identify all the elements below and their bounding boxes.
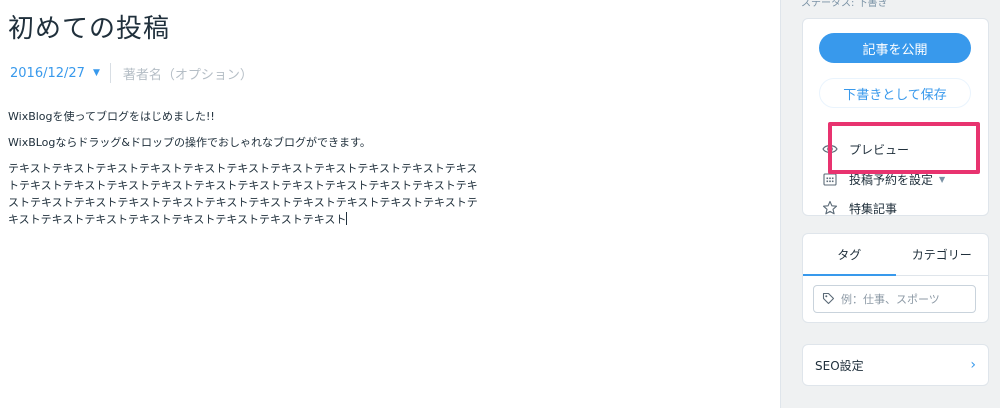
meta-divider bbox=[109, 63, 111, 83]
tag-input-box[interactable] bbox=[813, 285, 976, 313]
post-title[interactable]: 初めての投稿 bbox=[8, 8, 170, 45]
date-picker[interactable]: 2016/12/27 ▼ bbox=[10, 66, 100, 81]
settings-panel: ステータス: 下書き 記事を公開 下書きとして保存 プレビュー 投稿予約を設定 … bbox=[780, 0, 1000, 408]
author-field[interactable]: 著者名（オプション） bbox=[123, 64, 253, 83]
chevron-down-icon: ▼ bbox=[939, 174, 946, 184]
body-paragraph: WixBlogを使ってブログをはじめました!! bbox=[8, 110, 215, 123]
body-paragraph: WixBLogならドラッグ&ドロップの操作でおしゃれなブログができます。 bbox=[8, 136, 371, 149]
seo-settings-button[interactable]: SEO設定 › bbox=[802, 344, 989, 386]
save-draft-button[interactable]: 下書きとして保存 bbox=[819, 78, 971, 108]
post-meta: 2016/12/27 ▼ 著者名（オプション） bbox=[10, 62, 253, 84]
tags-tabs: タグ カテゴリー bbox=[803, 234, 988, 276]
featured-toggle[interactable]: 特集記事 bbox=[821, 196, 897, 220]
tag-icon bbox=[822, 290, 835, 309]
body-paragraph-text: テキストテキストテキストテキストテキストテキストテキストテキストテキストテキスト… bbox=[8, 162, 478, 226]
chevron-down-icon: ▼ bbox=[92, 68, 100, 78]
tag-input[interactable] bbox=[841, 292, 971, 306]
seo-label: SEO設定 bbox=[815, 358, 864, 373]
tags-card: タグ カテゴリー bbox=[802, 233, 989, 323]
post-editor: 初めての投稿 2016/12/27 ▼ 著者名（オプション） WixBlogを使… bbox=[0, 0, 780, 408]
tab-tags[interactable]: タグ bbox=[803, 234, 896, 276]
tab-categories[interactable]: カテゴリー bbox=[896, 234, 989, 275]
post-body[interactable]: WixBlogを使ってブログをはじめました!! WixBLogならドラッグ&ドロ… bbox=[8, 108, 478, 237]
status-text: ステータス: 下書き bbox=[801, 0, 888, 9]
featured-label: 特集記事 bbox=[849, 201, 898, 216]
post-date: 2016/12/27 bbox=[10, 65, 85, 81]
chevron-right-icon: › bbox=[970, 357, 976, 373]
preview-highlight-box bbox=[828, 122, 980, 174]
publish-card: 記事を公開 下書きとして保存 プレビュー 投稿予約を設定 ▼ 特集記事 bbox=[802, 18, 989, 216]
star-icon bbox=[821, 200, 839, 216]
body-paragraph: テキストテキストテキストテキストテキストテキストテキストテキストテキストテキスト… bbox=[8, 160, 478, 228]
publish-button[interactable]: 記事を公開 bbox=[819, 33, 971, 63]
text-cursor bbox=[346, 212, 348, 225]
